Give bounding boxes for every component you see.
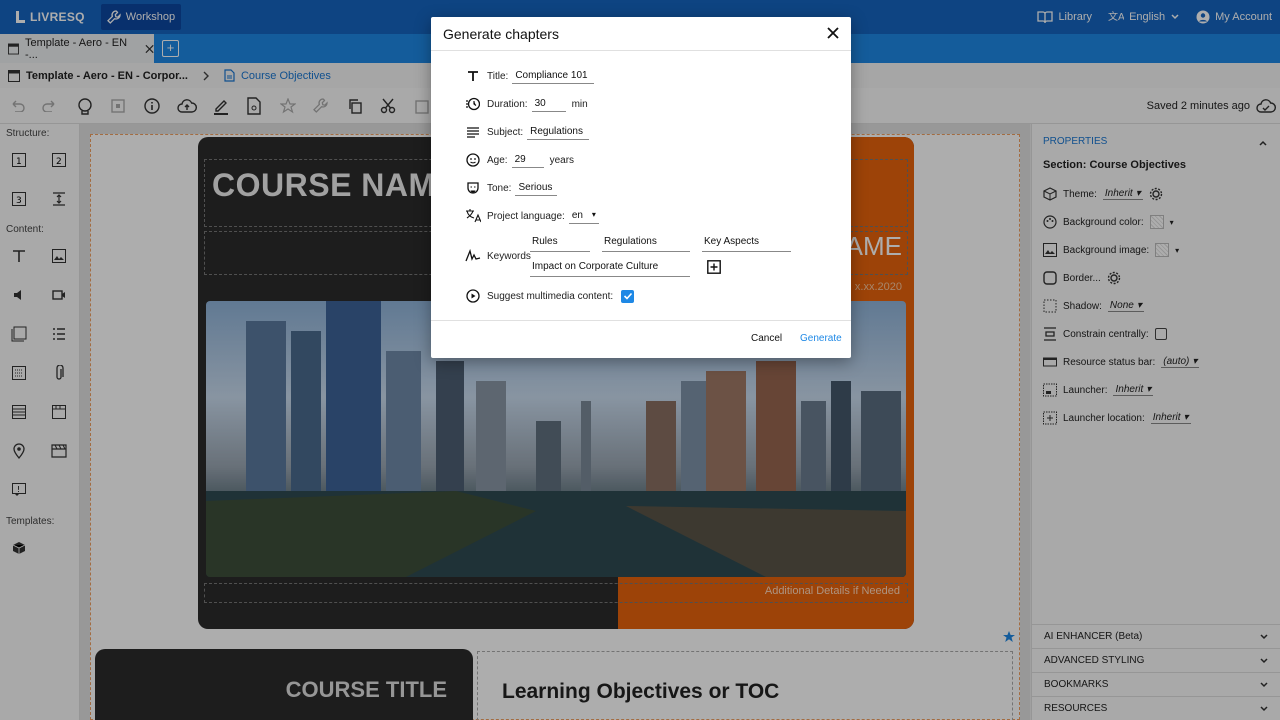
age-label: Age: bbox=[487, 154, 508, 166]
tone-label: Tone: bbox=[487, 182, 512, 194]
project-language-value: en bbox=[571, 210, 583, 221]
age-input[interactable]: 29 bbox=[511, 152, 544, 168]
age-unit: years bbox=[549, 154, 575, 166]
tone-row: Tone: Serious bbox=[465, 178, 558, 198]
suggest-multimedia-row: Suggest multimedia content: bbox=[465, 286, 635, 306]
play-circle-icon bbox=[466, 289, 480, 303]
translate-icon bbox=[466, 209, 481, 223]
keyword-field[interactable]: Impact on Corporate Culture bbox=[530, 259, 690, 277]
suggest-multimedia-checkbox[interactable] bbox=[621, 289, 635, 303]
generate-button[interactable]: Generate bbox=[800, 333, 842, 344]
subject-input[interactable]: Regulations bbox=[527, 124, 590, 140]
add-keyword-icon[interactable] bbox=[707, 260, 721, 274]
face-icon bbox=[466, 153, 480, 167]
project-language-select[interactable]: en ▾ bbox=[568, 208, 599, 224]
tone-input[interactable]: Serious bbox=[515, 180, 558, 196]
keyword-field[interactable]: Key Aspects bbox=[702, 234, 791, 252]
clock-icon bbox=[466, 97, 480, 111]
subject-icon bbox=[467, 127, 479, 138]
check-icon bbox=[623, 292, 632, 300]
title-label: Title: bbox=[487, 70, 509, 82]
signature-icon bbox=[465, 249, 481, 262]
subject-label: Subject: bbox=[487, 126, 524, 138]
close-icon[interactable] bbox=[825, 25, 841, 41]
project-language-label: Project language: bbox=[487, 210, 565, 222]
suggest-multimedia-label: Suggest multimedia content: bbox=[487, 290, 614, 302]
duration-unit: min bbox=[571, 98, 588, 110]
keywords-label: Keywords bbox=[487, 250, 531, 262]
keywords-row: Keywords bbox=[465, 246, 531, 266]
keyword-field[interactable]: Rules bbox=[530, 234, 590, 252]
project-language-row: Project language: en ▾ bbox=[465, 206, 599, 226]
dialog-title: Generate chapters bbox=[443, 26, 559, 42]
age-row: Age: 29 years bbox=[465, 150, 574, 170]
subject-row: Subject: Regulations bbox=[465, 122, 590, 142]
keyword-field[interactable]: Regulations bbox=[602, 234, 690, 252]
title-row: Title: Compliance 101 bbox=[465, 66, 595, 86]
cancel-button[interactable]: Cancel bbox=[751, 333, 782, 344]
title-icon bbox=[468, 71, 478, 81]
title-input[interactable]: Compliance 101 bbox=[512, 68, 595, 84]
mask-icon bbox=[467, 182, 479, 194]
duration-input[interactable]: 30 bbox=[531, 96, 566, 112]
duration-row: Duration: 30 min bbox=[465, 94, 588, 114]
generate-chapters-dialog: Generate chapters Title: Compliance 101 … bbox=[431, 17, 851, 358]
duration-label: Duration: bbox=[487, 98, 528, 110]
